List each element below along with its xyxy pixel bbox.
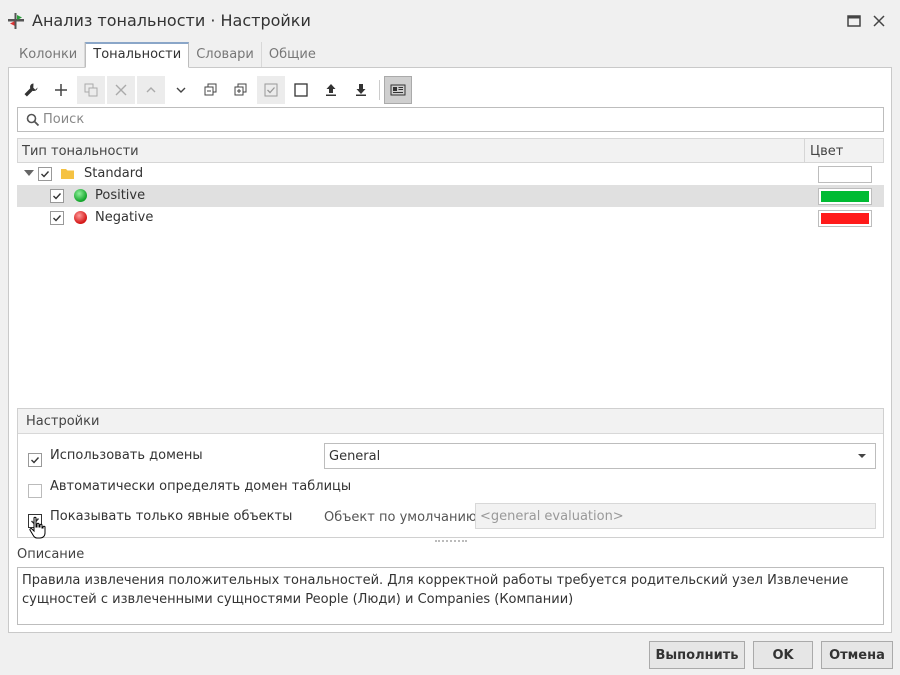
- maximize-icon[interactable]: [845, 12, 863, 30]
- tab-panel: Тип тональности Цвет Standard Positive: [8, 67, 892, 633]
- close-icon: [115, 84, 127, 96]
- toolbar: [17, 76, 414, 104]
- upload-icon: [326, 84, 336, 96]
- green-dot-icon: [74, 189, 87, 202]
- use-domains-checkbox[interactable]: [28, 452, 42, 467]
- tab-sentiments[interactable]: Тональности: [85, 42, 190, 68]
- search-icon: [26, 113, 40, 127]
- duplicate-button[interactable]: [77, 76, 105, 104]
- move-down-button[interactable]: [167, 76, 195, 104]
- explicit-only-label: Показывать только явные объекты: [50, 509, 293, 524]
- search-box: [17, 107, 884, 132]
- check-all-icon: [264, 83, 278, 97]
- tree-row-label: Standard: [84, 166, 144, 181]
- collapse-all-icon: [204, 83, 217, 96]
- auto-detect-option[interactable]: Автоматически определять домен таблицы: [28, 479, 351, 498]
- color-swatch-standard[interactable]: [818, 166, 872, 183]
- dropdown-arrow-icon: [858, 454, 866, 458]
- default-object-field[interactable]: <general evaluation>: [475, 503, 876, 529]
- run-button[interactable]: Выполнить: [649, 641, 745, 669]
- sentiment-app-icon: [8, 13, 24, 29]
- uncheck-all-button[interactable]: [287, 76, 315, 104]
- splitter-handle[interactable]: [435, 540, 467, 543]
- checkbox-negative[interactable]: [50, 211, 64, 225]
- plus-icon: [55, 84, 67, 96]
- export-button[interactable]: [347, 76, 375, 104]
- expand-all-button[interactable]: [227, 76, 255, 104]
- tree-row-label: Negative: [95, 210, 154, 225]
- checkmark-icon: [53, 215, 62, 222]
- chevron-up-icon: [146, 87, 156, 93]
- tree-row-label: Positive: [95, 188, 146, 203]
- download-icon: [356, 84, 366, 96]
- domain-select[interactable]: General: [324, 443, 876, 469]
- explicit-only-option[interactable]: Показывать только явные объекты: [28, 509, 292, 528]
- tree-row-negative[interactable]: Negative: [17, 207, 884, 229]
- tab-columns[interactable]: Колонки: [12, 42, 86, 68]
- preview-icon: [390, 84, 406, 96]
- tab-dictionaries[interactable]: Словари: [189, 42, 262, 68]
- ok-button[interactable]: OK: [753, 641, 813, 669]
- checkbox-positive[interactable]: [50, 189, 64, 203]
- checkmark-icon: [31, 517, 40, 525]
- delete-button[interactable]: [107, 76, 135, 104]
- uncheck-all-icon: [294, 83, 308, 97]
- cancel-button[interactable]: Отмена: [821, 641, 893, 669]
- settings-group: Настройки Использовать домены General Ав…: [17, 408, 884, 538]
- folder-icon: [61, 169, 74, 179]
- expand-arrow-icon[interactable]: [24, 170, 34, 176]
- tree-row-standard[interactable]: Standard: [17, 163, 884, 185]
- toolbar-separator: [379, 80, 380, 100]
- column-header-type[interactable]: Тип тональности: [22, 144, 139, 159]
- check-all-button[interactable]: [257, 76, 285, 104]
- checkmark-icon: [31, 456, 40, 464]
- window-title: Анализ тональности · Настройки: [32, 11, 311, 30]
- domain-select-value: General: [329, 449, 381, 464]
- move-up-button[interactable]: [137, 76, 165, 104]
- color-swatch-negative[interactable]: [818, 210, 872, 227]
- tab-general[interactable]: Общие: [262, 42, 323, 68]
- checkmark-icon: [53, 193, 62, 200]
- collapse-all-button[interactable]: [197, 76, 225, 104]
- column-header-color[interactable]: Цвет: [804, 139, 884, 162]
- red-dot-icon: [74, 211, 87, 224]
- description-label: Описание: [17, 547, 85, 562]
- checkbox-standard[interactable]: [38, 167, 52, 181]
- wrench-icon: [24, 83, 38, 97]
- import-button[interactable]: [317, 76, 345, 104]
- use-domains-option[interactable]: Использовать домены: [28, 448, 203, 467]
- tab-bar: Колонки Тональности Словари Общие: [12, 42, 323, 68]
- auto-detect-checkbox[interactable]: [28, 483, 42, 498]
- settings-header: Настройки: [18, 409, 883, 434]
- settings-button[interactable]: [17, 76, 45, 104]
- explicit-only-checkbox[interactable]: [28, 513, 42, 528]
- title-bar: Анализ тональности · Настройки: [0, 0, 900, 42]
- expand-all-icon: [234, 83, 247, 96]
- search-input[interactable]: [43, 110, 873, 129]
- duplicate-icon: [84, 83, 98, 97]
- tree-row-positive[interactable]: Positive: [17, 185, 884, 207]
- tree-header: Тип тональности Цвет: [17, 138, 884, 163]
- add-button[interactable]: [47, 76, 75, 104]
- close-window-icon[interactable]: [870, 12, 888, 30]
- chevron-down-icon: [176, 87, 186, 93]
- checkmark-icon: [41, 171, 50, 178]
- auto-detect-label: Автоматически определять домен таблицы: [50, 479, 352, 494]
- default-object-label: Объект по умолчанию: [324, 510, 477, 525]
- sentiment-tree: Тип тональности Цвет Standard Positive N…: [17, 138, 884, 406]
- preview-toggle-button[interactable]: [384, 76, 412, 104]
- use-domains-label: Использовать домены: [50, 448, 203, 463]
- description-text[interactable]: Правила извлечения положительных тональн…: [17, 567, 884, 625]
- color-swatch-positive[interactable]: [818, 188, 872, 205]
